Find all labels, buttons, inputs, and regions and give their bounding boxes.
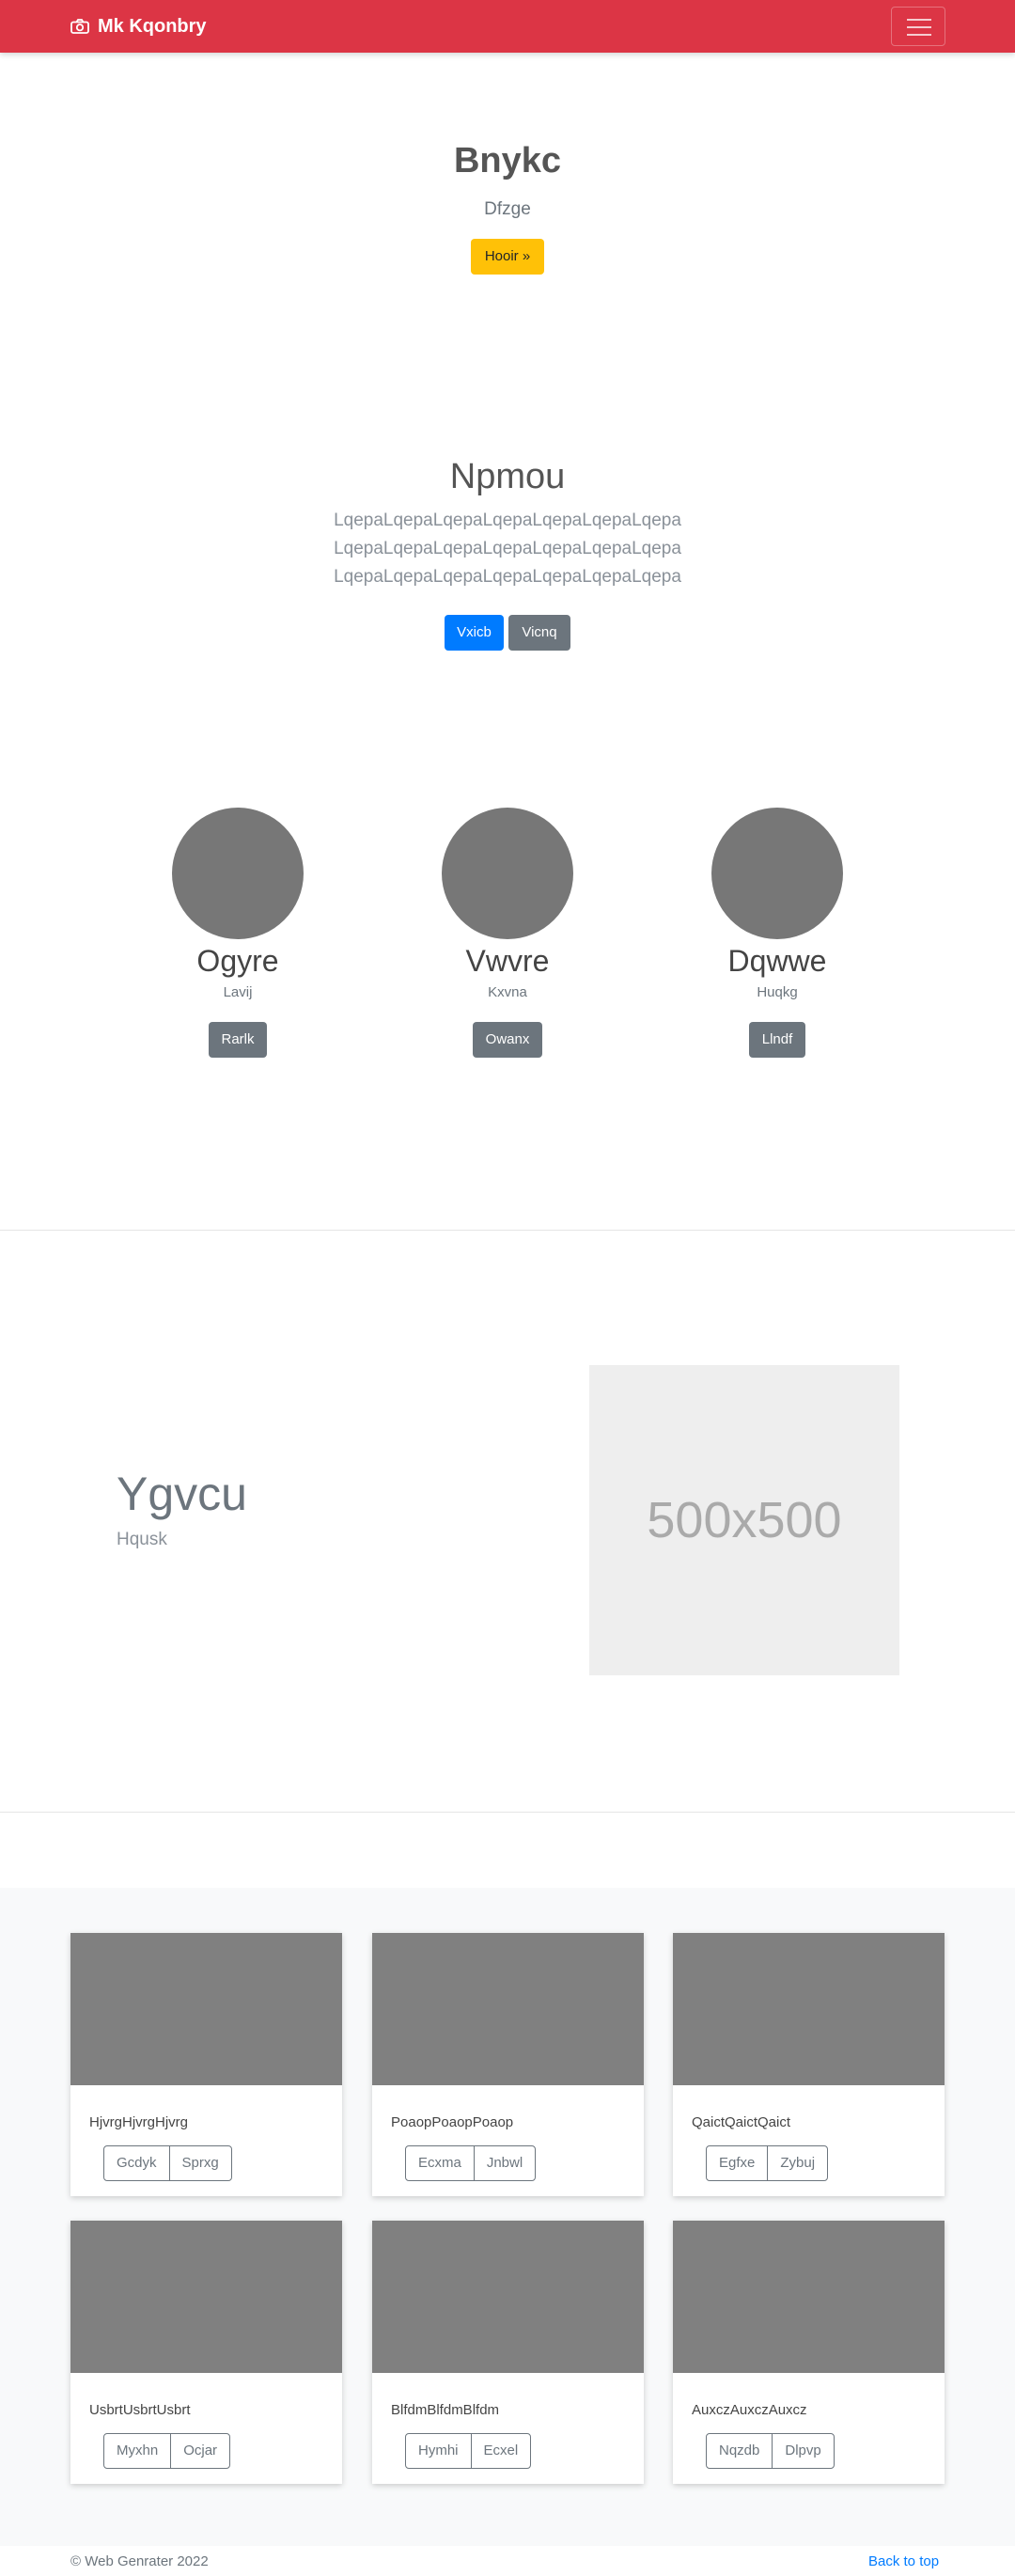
feature-subtitle: Hqusk [117,1530,167,1549]
profile-button[interactable]: Rarlk [209,1022,267,1058]
card-thumbnail [673,1933,945,2085]
card-button-group: Gcdyk Sprxg [103,2145,232,2181]
profile-subtitle: Kxvna [488,984,527,1000]
primary-button[interactable]: Vxicb [445,615,504,651]
avatar [711,808,843,939]
card-text: PoaopPoaopPoaop [391,2114,514,2130]
card-button[interactable]: Sprxg [168,2145,232,2181]
avatar [442,808,573,939]
card-button-group: Nqzdb Dlpvp [706,2433,835,2469]
card-button[interactable]: Ecxma [405,2145,475,2181]
footer-copyright: © Web Genrater 2022 [70,2553,209,2569]
secondary-button[interactable]: Vicnq [508,615,570,651]
hero-button[interactable]: Hooir » [471,239,544,275]
divider [0,1812,1015,1813]
card-button-group: Hymhi Ecxel [405,2433,532,2469]
album-card: BlfdmBlfdmBlfdm Hymhi Ecxel [372,2221,644,2484]
section-lead-line: LqepaLqepaLqepaLqepaLqepaLqepaLqepa [334,539,681,558]
profile-card: Dqwwe Huqkg Llndf [683,808,871,1058]
section-lead-line: LqepaLqepaLqepaLqepaLqepaLqepaLqepa [334,510,681,530]
section-lead-line: LqepaLqepaLqepaLqepaLqepaLqepaLqepa [334,567,681,587]
card-thumbnail [673,2221,945,2373]
navbar: Mk Kqonbry [0,0,1015,53]
profile-button[interactable]: Owanx [473,1022,542,1058]
placeholder-image: 500x500 [589,1365,899,1675]
card-button[interactable]: Nqzdb [706,2433,773,2469]
album-card: PoaopPoaopPoaop Ecxma Jnbwl [372,1933,644,2196]
profile-name: Dqwwe [727,944,827,978]
profile-subtitle: Lavij [223,984,253,1000]
hero-subtitle: Dfzge [484,199,531,219]
card-thumbnail [372,2221,644,2373]
back-to-top-link[interactable]: Back to top [868,2553,939,2569]
navbar-toggler-button[interactable] [891,7,945,46]
card-button[interactable]: Jnbwl [473,2145,537,2181]
profile-name: Vwvre [465,944,550,978]
divider [0,1230,1015,1231]
card-text: BlfdmBlfdmBlfdm [391,2402,500,2418]
card-thumbnail [70,2221,342,2373]
section-title: Npmou [449,457,566,496]
card-text: QaictQaictQaict [692,2114,791,2130]
feature-title: Ygvcu [117,1468,247,1520]
hero-title: Bnykc [453,141,562,181]
card-text: UsbrtUsbrtUsbrt [89,2402,191,2418]
card-button[interactable]: Myxhn [103,2433,172,2469]
camera-icon [70,19,89,34]
album-card: QaictQaictQaict Egfxe Zybuj [673,1933,945,2196]
brand-label: Mk Kqonbry [98,15,207,37]
album-card: AuxczAuxczAuxcz Nqzdb Dlpvp [673,2221,945,2484]
card-button-group: Ecxma Jnbwl [405,2145,537,2181]
card-button[interactable]: Ocjar [170,2433,231,2469]
card-button[interactable]: Egfxe [706,2145,769,2181]
avatar [172,808,304,939]
card-button-group: Egfxe Zybuj [706,2145,829,2181]
card-button-group: Myxhn Ocjar [103,2433,231,2469]
card-thumbnail [70,1933,342,2085]
album-card: HjvrgHjvrgHjvrg Gcdyk Sprxg [70,1933,342,2196]
card-thumbnail [372,1933,644,2085]
card-button[interactable]: Ecxel [470,2433,532,2469]
profile-subtitle: Huqkg [757,984,798,1000]
card-button[interactable]: Dlpvp [772,2433,835,2469]
profile-button[interactable]: Llndf [749,1022,805,1058]
profile-card: Ogyre Lavij Rarlk [144,808,332,1058]
profile-name: Ogyre [196,944,279,978]
card-button[interactable]: Gcdyk [103,2145,170,2181]
album-section: HjvrgHjvrgHjvrg Gcdyk Sprxg PoaopPoaopPo… [0,1888,1015,2546]
hamburger-menu-icon [907,19,931,21]
card-button[interactable]: Hymhi [405,2433,472,2469]
album-card: UsbrtUsbrtUsbrt Myxhn Ocjar [70,2221,342,2484]
card-text: HjvrgHjvrgHjvrg [89,2114,189,2130]
placeholder-label: 500x500 [647,1492,842,1548]
profile-card: Vwvre Kxvna Owanx [414,808,601,1058]
navbar-brand[interactable]: Mk Kqonbry [70,13,207,39]
card-button[interactable]: Zybuj [767,2145,829,2181]
card-text: AuxczAuxczAuxcz [692,2402,807,2418]
